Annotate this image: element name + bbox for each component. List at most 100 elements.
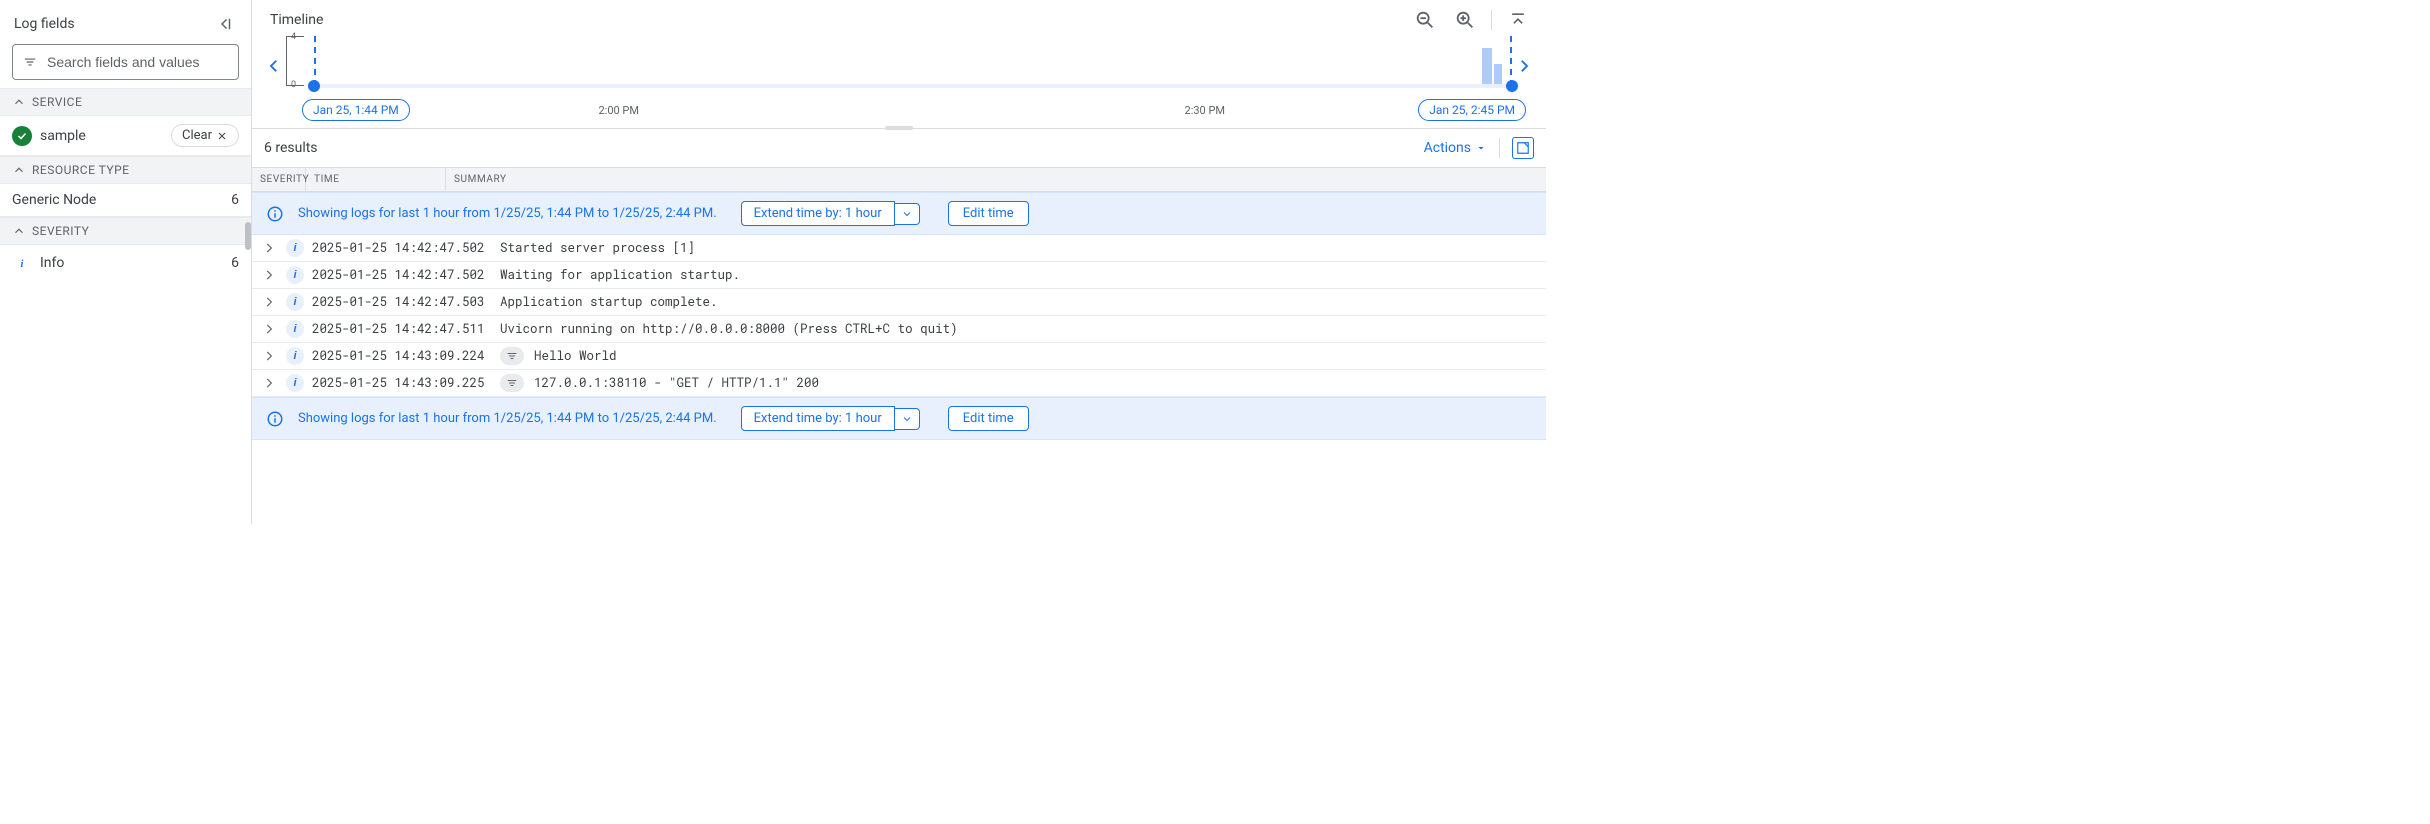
col-header-time[interactable]: TIME xyxy=(306,168,446,191)
timeline-track[interactable] xyxy=(314,84,1512,88)
extend-time-button[interactable]: Extend time by: 1 hour xyxy=(741,201,895,226)
close-icon xyxy=(216,130,228,142)
log-row[interactable]: i 2025-01-25 14:42:47.502 Started server p… xyxy=(252,235,1546,262)
expand-row-button[interactable] xyxy=(262,322,278,336)
banner-text: Showing logs for last 1 hour from 1/25/2… xyxy=(298,411,717,426)
extend-time-button[interactable]: Extend time by: 1 hour xyxy=(741,406,895,431)
log-message: Application startup complete. xyxy=(500,294,718,310)
timeline-chart[interactable]: 4 0 xyxy=(262,36,1536,96)
log-timestamp: 2025-01-25 14:42:47.502 xyxy=(312,267,492,283)
edit-time-button[interactable]: Edit time xyxy=(948,406,1029,431)
range-marker-end xyxy=(1510,36,1512,86)
search-fields-input[interactable] xyxy=(47,54,228,70)
sidebar-title: Log fields xyxy=(14,16,75,32)
actions-label: Actions xyxy=(1424,140,1471,156)
log-message: Started server process [1] xyxy=(500,240,695,256)
sidebar-scrollbar[interactable] xyxy=(245,222,251,250)
severity-info-icon: i xyxy=(286,347,304,365)
resource-type-row[interactable]: Generic Node 6 xyxy=(0,184,251,217)
expand-row-button[interactable] xyxy=(262,295,278,309)
section-header-resource-type-label: RESOURCE TYPE xyxy=(32,163,130,177)
section-header-severity-label: SEVERITY xyxy=(32,224,89,238)
severity-row-info[interactable]: i Info 6 xyxy=(0,245,251,281)
chevron-down-icon xyxy=(901,413,913,425)
main-content: Timeline 4 0 xyxy=(252,0,1546,524)
severity-info-icon: i xyxy=(286,239,304,257)
zoom-out-icon xyxy=(1414,9,1436,31)
section-header-severity[interactable]: SEVERITY xyxy=(0,217,251,245)
timeline-section: Timeline 4 0 xyxy=(252,0,1546,129)
service-row-sample[interactable]: sample Clear xyxy=(0,116,251,156)
col-header-severity[interactable]: SEVERITY xyxy=(252,168,306,191)
resource-type-count: 6 xyxy=(231,192,239,208)
check-icon xyxy=(12,126,32,146)
log-row[interactable]: i2025-01-25 14:42:47.503Application star… xyxy=(252,289,1546,316)
expand-row-button[interactable] xyxy=(262,349,278,363)
expand-row-button[interactable] xyxy=(262,241,278,255)
col-header-summary[interactable]: SUMMARY xyxy=(446,168,1546,191)
caret-down-icon xyxy=(1475,142,1487,154)
log-row[interactable]: i2025-01-25 14:43:09.224Hello World xyxy=(252,343,1546,370)
histogram-bars xyxy=(1482,48,1502,84)
trace-icon[interactable] xyxy=(500,347,524,365)
trace-icon[interactable] xyxy=(500,374,524,392)
extend-time-dropdown[interactable] xyxy=(895,408,920,430)
log-row[interactable]: i2025-01-25 14:42:47.502Waiting for appl… xyxy=(252,262,1546,289)
fullscreen-button[interactable] xyxy=(1512,137,1534,159)
chevron-right-icon xyxy=(262,376,276,390)
chevron-right-icon xyxy=(262,349,276,363)
svg-text:i: i xyxy=(21,259,24,270)
extend-time-dropdown[interactable] xyxy=(895,203,920,225)
info-icon xyxy=(266,205,284,223)
banner-text: Showing logs for last 1 hour from 1/25/2… xyxy=(298,206,717,221)
x-tick: 2:00 PM xyxy=(598,104,638,117)
chevron-right-icon xyxy=(262,241,276,255)
section-header-service[interactable]: SERVICE xyxy=(0,88,251,116)
log-timestamp: 2025-01-25 14:43:09.225 xyxy=(312,375,492,391)
actions-dropdown[interactable]: Actions xyxy=(1424,140,1487,156)
collapse-sidebar-button[interactable] xyxy=(211,10,239,38)
chevron-right-icon xyxy=(262,322,276,336)
edit-time-button[interactable]: Edit time xyxy=(948,201,1029,226)
range-end-pill[interactable]: Jan 25, 2:45 PM xyxy=(1418,99,1526,121)
time-range-banner-top: Showing logs for last 1 hour from 1/25/2… xyxy=(252,192,1546,235)
expand-row-button[interactable] xyxy=(262,268,278,282)
info-icon: i xyxy=(12,253,32,273)
resize-handle[interactable] xyxy=(885,126,913,130)
collapse-timeline-button[interactable] xyxy=(1504,6,1532,34)
chevron-left-bar-icon xyxy=(216,15,234,33)
severity-info-icon: i xyxy=(286,266,304,284)
y-axis-min: 0 xyxy=(291,80,301,90)
range-handle-end[interactable] xyxy=(1506,80,1518,92)
fullscreen-icon xyxy=(1516,141,1530,155)
log-timestamp: 2025-01-25 14:42:47.511 xyxy=(312,321,492,337)
chevron-up-icon xyxy=(12,163,26,177)
chevron-up-icon xyxy=(12,95,26,109)
timeline-prev-button[interactable] xyxy=(262,36,286,96)
timeline-title: Timeline xyxy=(266,12,323,28)
results-count: 6 results xyxy=(264,140,318,156)
clear-service-button[interactable]: Clear xyxy=(171,124,239,147)
expand-row-button[interactable] xyxy=(262,376,278,390)
zoom-in-button[interactable] xyxy=(1451,6,1479,34)
section-header-resource-type[interactable]: RESOURCE TYPE xyxy=(0,156,251,184)
clear-label: Clear xyxy=(182,128,212,143)
search-fields-input-wrap[interactable] xyxy=(12,44,239,80)
log-rows-container: i 2025-01-25 14:42:47.502 Started server p… xyxy=(252,235,1546,397)
service-name: sample xyxy=(40,128,86,144)
log-message: Hello World xyxy=(534,348,617,364)
y-axis: 4 0 xyxy=(286,36,304,86)
log-row[interactable]: i2025-01-25 14:42:47.511Uvicorn running … xyxy=(252,316,1546,343)
log-timestamp: 2025-01-25 14:42:47.502 xyxy=(312,240,492,256)
chevron-down-icon xyxy=(901,208,913,220)
filter-icon xyxy=(23,53,37,71)
time-range-banner-bottom: Showing logs for last 1 hour from 1/25/2… xyxy=(252,397,1546,440)
severity-count: 6 xyxy=(231,255,239,271)
range-start-pill[interactable]: Jan 25, 1:44 PM xyxy=(302,99,410,121)
zoom-in-icon xyxy=(1454,9,1476,31)
range-handle-start[interactable] xyxy=(308,80,320,92)
chevron-right-icon xyxy=(1515,57,1533,75)
log-row[interactable]: i2025-01-25 14:43:09.225127.0.0.1:38110 … xyxy=(252,370,1546,397)
zoom-out-button[interactable] xyxy=(1411,6,1439,34)
resource-type-name: Generic Node xyxy=(12,192,96,208)
